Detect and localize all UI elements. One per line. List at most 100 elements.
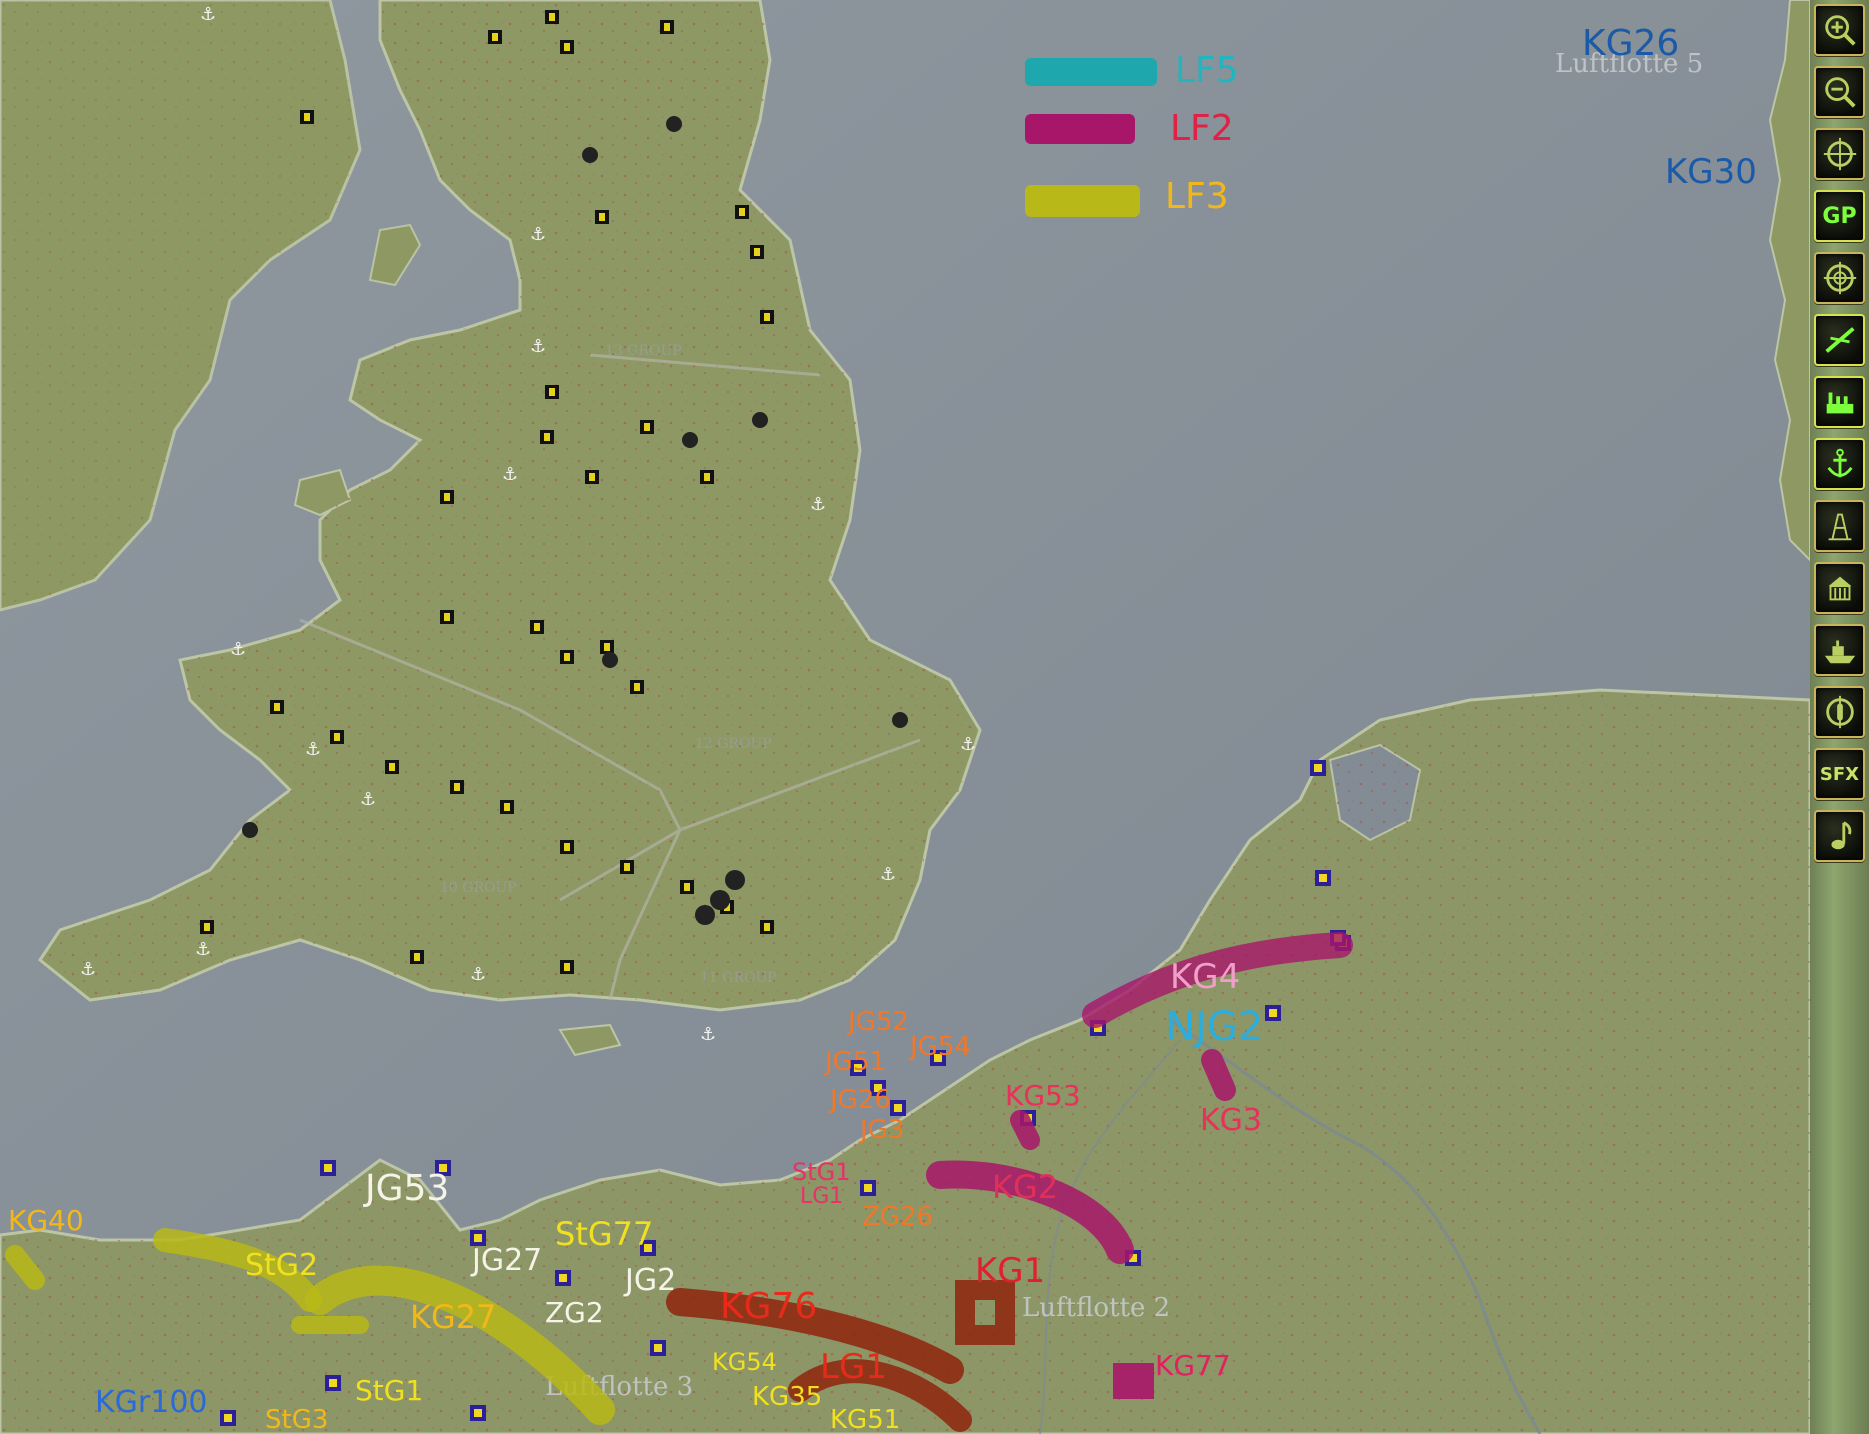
- observer-icon: [1825, 695, 1854, 729]
- crosshair-icon: [1823, 137, 1856, 171]
- annotation-lg1: LG1: [800, 1184, 843, 1209]
- factories-button[interactable]: [1814, 376, 1865, 428]
- target-marker[interactable]: [440, 490, 454, 504]
- music-button[interactable]: [1814, 810, 1865, 862]
- zoom-out-icon: [1824, 77, 1856, 108]
- target-marker[interactable]: [600, 640, 614, 654]
- target-marker[interactable]: [760, 310, 774, 324]
- svg-text:⚓: ⚓: [470, 964, 486, 985]
- target-marker[interactable]: [735, 205, 749, 219]
- annotation-jg26: JG26: [828, 1085, 891, 1115]
- target-marker[interactable]: [410, 950, 424, 964]
- game-screen: Luftflotte 5 Luftflotte 2 Luftflotte 3 1…: [0, 0, 1869, 1434]
- airfield-icon: [1824, 327, 1855, 353]
- target-marker[interactable]: [585, 470, 599, 484]
- airfield-marker[interactable]: [325, 1375, 341, 1391]
- ports-button[interactable]: [1814, 438, 1865, 490]
- target-marker[interactable]: [595, 210, 609, 224]
- target-marker[interactable]: [540, 430, 554, 444]
- target-marker[interactable]: [270, 700, 284, 714]
- strategic-map[interactable]: Luftflotte 5 Luftflotte 2 Luftflotte 3 1…: [0, 0, 1810, 1434]
- annotation-stg2: StG2: [245, 1248, 318, 1283]
- svg-text:⚓: ⚓: [360, 789, 376, 810]
- target-marker[interactable]: [500, 800, 514, 814]
- airfield-marker[interactable]: [555, 1270, 571, 1286]
- annotation-kgr100: KGr100: [95, 1385, 208, 1420]
- target-marker[interactable]: [620, 860, 634, 874]
- target-marker[interactable]: [330, 730, 344, 744]
- group-label-11: 11 GROUP: [700, 970, 777, 986]
- band-kg77: [1113, 1363, 1154, 1399]
- annotation-kg26: KG26: [1582, 23, 1679, 64]
- target-marker[interactable]: [560, 840, 574, 854]
- legend-swatch-lf3: [1025, 185, 1140, 217]
- factory-icon: [1826, 392, 1853, 414]
- cities-button[interactable]: [1814, 562, 1865, 614]
- zoom-in-button[interactable]: [1814, 4, 1865, 56]
- target-marker[interactable]: [750, 245, 764, 259]
- svg-text:⚓: ⚓: [960, 734, 976, 755]
- annotation-kg1: KG1: [975, 1251, 1045, 1291]
- annotation-kg27: KG27: [410, 1298, 497, 1336]
- airfield-marker[interactable]: [650, 1340, 666, 1356]
- svg-text:⚓: ⚓: [195, 939, 211, 960]
- target-marker[interactable]: [488, 30, 502, 44]
- anchor-icon: [1826, 448, 1853, 478]
- target-marker[interactable]: [530, 620, 544, 634]
- target-marker[interactable]: [300, 110, 314, 124]
- gp-button[interactable]: GP: [1814, 190, 1865, 242]
- target-marker[interactable]: [385, 760, 399, 774]
- legend-label-lf2: LF2: [1170, 108, 1234, 149]
- annotation-kg77: KG77: [1155, 1349, 1231, 1382]
- target-marker[interactable]: [630, 680, 644, 694]
- legend-swatch-lf2: [1025, 114, 1135, 144]
- ships-button[interactable]: [1814, 624, 1865, 676]
- airfield-marker[interactable]: [1315, 870, 1331, 886]
- svg-text:⚓: ⚓: [230, 639, 246, 660]
- target-marker[interactable]: [545, 385, 559, 399]
- airfield-marker[interactable]: [1265, 1005, 1281, 1021]
- radar-button[interactable]: [1814, 252, 1865, 304]
- airfield-marker[interactable]: [470, 1405, 486, 1421]
- legend-swatch-lf5: [1025, 58, 1157, 86]
- annotation-jg54: JG54: [908, 1032, 971, 1062]
- svg-text:⚓: ⚓: [530, 336, 546, 357]
- tower-icon: [1828, 513, 1851, 541]
- center-map-button[interactable]: [1814, 128, 1865, 180]
- sfx-button[interactable]: SFX: [1814, 748, 1865, 800]
- map-toolbar: GP SFX: [1810, 0, 1869, 1434]
- target-marker[interactable]: [440, 610, 454, 624]
- towers-button[interactable]: [1814, 500, 1865, 552]
- annotation-jg3: JG3: [858, 1115, 904, 1145]
- target-marker[interactable]: [560, 40, 574, 54]
- annotation-jg51: JG51: [823, 1047, 886, 1077]
- annotation-jg27: JG27: [470, 1243, 542, 1278]
- region-label-luftflotte-2: Luftflotte 2: [1022, 1293, 1170, 1323]
- airfield-marker[interactable]: [320, 1160, 336, 1176]
- target-marker[interactable]: [560, 650, 574, 664]
- target-marker[interactable]: [200, 920, 214, 934]
- annotation-lg1-south: LG1: [820, 1347, 887, 1387]
- radar-target-icon: [1823, 261, 1856, 295]
- target-marker[interactable]: [760, 920, 774, 934]
- airfield-marker[interactable]: [220, 1410, 236, 1426]
- target-marker[interactable]: [560, 960, 574, 974]
- svg-text:⚓: ⚓: [700, 1024, 716, 1045]
- airfield-marker[interactable]: [1310, 760, 1326, 776]
- airfield-marker[interactable]: [890, 1100, 906, 1116]
- target-marker[interactable]: [545, 10, 559, 24]
- target-marker[interactable]: [700, 470, 714, 484]
- music-note-icon: [1830, 821, 1851, 850]
- annotation-zg26: ZG26: [862, 1202, 933, 1232]
- airfields-button[interactable]: [1814, 314, 1865, 366]
- gp-label: GP: [1822, 203, 1857, 229]
- svg-text:⚓: ⚓: [530, 224, 546, 245]
- target-marker[interactable]: [640, 420, 654, 434]
- target-marker[interactable]: [660, 20, 674, 34]
- zoom-out-button[interactable]: [1814, 66, 1865, 118]
- target-marker[interactable]: [680, 880, 694, 894]
- annotation-stg77: StG77: [555, 1215, 653, 1253]
- airfield-marker[interactable]: [860, 1180, 876, 1196]
- observer-button[interactable]: [1814, 686, 1865, 738]
- target-marker[interactable]: [450, 780, 464, 794]
